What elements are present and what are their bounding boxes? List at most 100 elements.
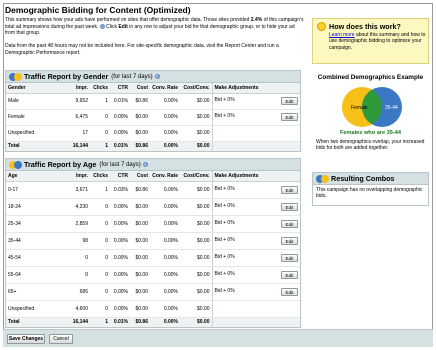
cell-ctr: 0.00%	[110, 109, 130, 126]
edit-button[interactable]: Edit	[281, 253, 298, 262]
row-label: 45-54	[6, 249, 66, 267]
make-adjustment-cell: Bid + 0% Edit	[211, 283, 300, 301]
table-row: 18-24 4,230 0 0.00% $0.00 0.00% $0.00 Bid + 0% E…	[6, 198, 300, 216]
table-row: Male 9,652 1 0.01% $0.86 0.00% $0.00 Bid + 0% Ed…	[6, 93, 300, 110]
row-label: 25-34	[6, 215, 66, 233]
cell-impr: 2,859	[66, 215, 90, 233]
cell-cost_conv: $0.00	[180, 266, 212, 284]
gender-report-header: Traffic Report by Gender (for last 7 day…	[6, 71, 300, 83]
bid-adjustment: Bid + 0%	[214, 287, 235, 294]
cell-conv_rate: 0.00%	[150, 109, 180, 126]
make-adjustment-cell: Bid + 0% Edit	[211, 198, 300, 216]
intro-text-part: This summary shows how your ads have per…	[5, 17, 251, 23]
cell-impr: 9,652	[66, 93, 90, 110]
resulting-combos-header: Resulting Combos	[313, 173, 428, 185]
col-header: Impr.	[66, 83, 90, 94]
cell-conv_rate: 0.00%	[150, 266, 180, 284]
edit-button[interactable]: Edit	[281, 202, 298, 211]
cell-ctr: 0.00%	[110, 283, 130, 301]
col-header: Cost	[130, 171, 150, 182]
cell-impr: 4,600	[66, 300, 90, 318]
cell-conv_rate: 0.00%	[150, 93, 180, 110]
col-header: Impr.	[66, 171, 90, 182]
cell-ctr: 0.00%	[110, 125, 130, 142]
edit-button[interactable]: Edit	[281, 219, 298, 228]
col-header: Conv. Rate	[150, 171, 180, 182]
row-label: 0-17	[6, 181, 66, 199]
cell-ctr: 0.00%	[110, 249, 130, 267]
cell-cost_conv: $0.00	[180, 125, 212, 142]
cell-cost_conv: $0.00	[180, 300, 212, 318]
table-row: 0-17 3,671 1 0.03% $0.86 0.00% $0.00 Bid + 0% Ed…	[6, 181, 300, 199]
age-report-section: Traffic Report by Age (for last 7 days) …	[5, 158, 301, 328]
resulting-combos-box: Resulting Combos This campaign has no ov…	[312, 172, 429, 206]
cell-ctr: 0.00%	[110, 232, 130, 250]
total-conv_rate: 0.00%	[150, 317, 180, 327]
total-cost_conv: $0.00	[180, 317, 212, 327]
total-row: Total 16,144 1 0.01% $0.86 0.00% $0.00	[6, 141, 300, 151]
edit-button[interactable]: Edit	[281, 97, 298, 105]
learn-more-link[interactable]: Learn more	[329, 32, 355, 38]
cell-clicks: 1	[90, 181, 110, 199]
row-label: 35-44	[6, 232, 66, 250]
venn-circles-icon	[9, 160, 22, 169]
make-adjustment-cell: Bid + 0% Edit	[211, 249, 300, 267]
venn-circles-icon	[316, 174, 329, 183]
make-adjustment-cell: Bid + 0% Edit	[211, 266, 300, 284]
cancel-button[interactable]: Cancel	[49, 334, 73, 344]
make-adjustment-cell	[211, 141, 300, 151]
row-label: Unspecified	[6, 300, 66, 318]
save-changes-button[interactable]: Save Changes	[7, 334, 45, 344]
col-header: CTR	[110, 171, 130, 182]
gender-report-subtitle: (for last 7 days)	[111, 73, 153, 80]
cell-ctr: 0.00%	[110, 198, 130, 216]
edit-button[interactable]: Edit	[281, 270, 298, 279]
cell-cost: $0.86	[130, 181, 150, 199]
col-header: Conv. Rate	[150, 83, 180, 94]
cell-cost: $0.00	[130, 300, 150, 318]
total-impr: 16,144	[66, 317, 90, 327]
make-adjustment-cell: Bid + 0% Edit	[211, 93, 300, 110]
intro-edit-word: Edit	[118, 23, 128, 30]
help-box-title: How does this work?	[329, 22, 401, 31]
help-icon[interactable]: ?	[142, 162, 148, 167]
total-clicks: 1	[90, 141, 110, 151]
resulting-combos-title: Resulting Combos	[331, 174, 395, 183]
edit-button[interactable]: Edit	[281, 113, 298, 121]
edit-button[interactable]: Edit	[281, 185, 298, 194]
table-row: Unspecified 4,600 0 0.00% $0.00 0.00% $0.00	[6, 300, 300, 318]
edit-button[interactable]: Edit	[281, 236, 298, 245]
row-label: 55-64	[6, 266, 66, 284]
table-row: 25-34 2,859 0 0.00% $0.00 0.00% $0.00 Bid + 0% E…	[6, 215, 300, 233]
cell-impr: 0	[66, 266, 90, 284]
help-box-text: Learn more about this summary and how to…	[329, 32, 427, 51]
cell-ctr: 0.00%	[110, 215, 130, 233]
cell-cost_conv: $0.00	[180, 283, 212, 301]
help-icon[interactable]: ?	[99, 23, 105, 29]
row-label: Unspecified	[6, 125, 66, 142]
cell-ctr: 0.00%	[110, 300, 130, 318]
cell-ctr: 0.03%	[110, 181, 130, 199]
total-label: Total	[6, 141, 66, 151]
cell-impr: 98	[66, 232, 90, 250]
make-adjustment-cell: Bid + 0% Edit	[211, 215, 300, 233]
cell-impr: 3,671	[66, 181, 90, 199]
col-header: Age	[6, 171, 66, 182]
edit-button[interactable]: Edit	[281, 287, 298, 296]
cell-clicks: 0	[90, 300, 110, 318]
help-icon[interactable]: ?	[154, 74, 160, 79]
col-header: Cost/Conv.	[180, 83, 212, 94]
cell-conv_rate: 0.00%	[150, 249, 180, 267]
col-header: Make Adjustments	[211, 83, 300, 94]
age-report-table: Age Impr. Clicks CTR Cost Conv. Rate Cos…	[6, 171, 300, 327]
bid-adjustment: Bid + 0%	[214, 270, 235, 277]
cell-impr: 0	[66, 249, 90, 267]
row-label: Female	[6, 109, 66, 126]
cell-cost: $0.00	[130, 109, 150, 126]
cell-clicks: 0	[90, 283, 110, 301]
cell-conv_rate: 0.00%	[150, 198, 180, 216]
cell-impr: 686	[66, 283, 90, 301]
cell-conv_rate: 0.00%	[150, 215, 180, 233]
cell-clicks: 0	[90, 125, 110, 142]
help-box: How does this work? Learn more about thi…	[312, 18, 429, 64]
